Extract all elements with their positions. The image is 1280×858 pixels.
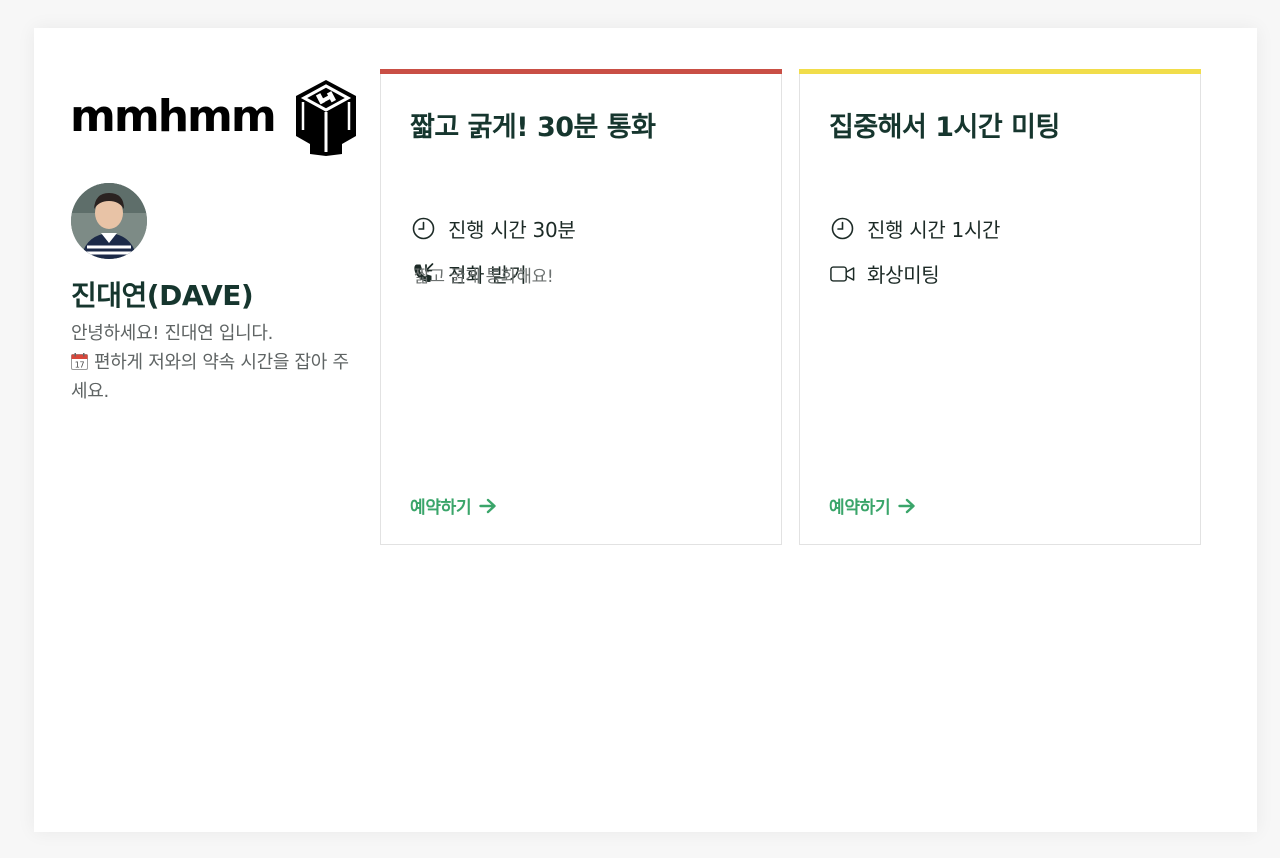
clock-icon <box>830 216 855 241</box>
book-button-label: 예약하기 <box>829 498 891 518</box>
brand-header: mmhmm <box>70 78 359 156</box>
bio-line-2: 편하게 저와의 약속 시간을 잡아 주세요. <box>71 352 349 402</box>
arrow-right-icon <box>479 498 497 513</box>
mmhmm-logo-icon <box>295 80 356 156</box>
brand-wordmark: mmhmm <box>70 91 277 142</box>
bio-line-2-wrap: 17 편하게 저와의 약속 시간을 잡아 주세요. <box>71 348 356 406</box>
calendar-icon: 17 <box>71 350 88 370</box>
book-button-label: 예약하기 <box>410 498 472 518</box>
book-button[interactable]: 예약하기 <box>410 493 497 518</box>
profile-avatar <box>71 183 147 259</box>
duration-row: 진행 시간 30분 <box>411 214 576 243</box>
clock-icon <box>411 216 436 241</box>
event-card-1hour-meeting[interactable]: 집중해서 1시간 미팅 진행 시간 1시간 화상미팅 예약하기 <box>799 69 1201 545</box>
duration-label: 진행 시간 30분 <box>448 218 576 242</box>
duration-label: 진행 시간 1시간 <box>867 218 1001 242</box>
card-title: 집중해서 1시간 미팅 <box>829 112 1060 143</box>
event-card-30min-call[interactable]: 짧고 굵게! 30분 통화 진행 시간 30분 전화 받기 짧고 굵게 통화해요… <box>380 69 782 545</box>
duration-row: 진행 시간 1시간 <box>830 214 1000 243</box>
bio-line-1: 안녕하세요! 진대연 입니다. <box>71 323 274 344</box>
meeting-type-label: 화상미팅 <box>867 263 940 287</box>
avatar-photo <box>71 183 147 259</box>
profile-name: 진대연(DAVE) <box>71 279 254 312</box>
card-accent-bar <box>799 69 1201 74</box>
book-button[interactable]: 예약하기 <box>829 493 916 518</box>
video-camera-icon <box>830 261 855 286</box>
arrow-right-icon <box>898 498 916 513</box>
card-description: 짧고 굵게 통화해요! <box>414 267 554 287</box>
svg-text:17: 17 <box>75 361 85 370</box>
card-accent-bar <box>380 69 782 74</box>
booking-page: mmhmm 진대연(DAVE) 안녕하세요! 진대연 입니다. 17 편하게 저… <box>34 28 1257 832</box>
meeting-type-row: 화상미팅 <box>830 259 940 288</box>
card-title: 짧고 굵게! 30분 통화 <box>410 112 656 143</box>
profile-bio: 안녕하세요! 진대연 입니다. 17 편하게 저와의 약속 시간을 잡아 주세요… <box>71 319 356 406</box>
